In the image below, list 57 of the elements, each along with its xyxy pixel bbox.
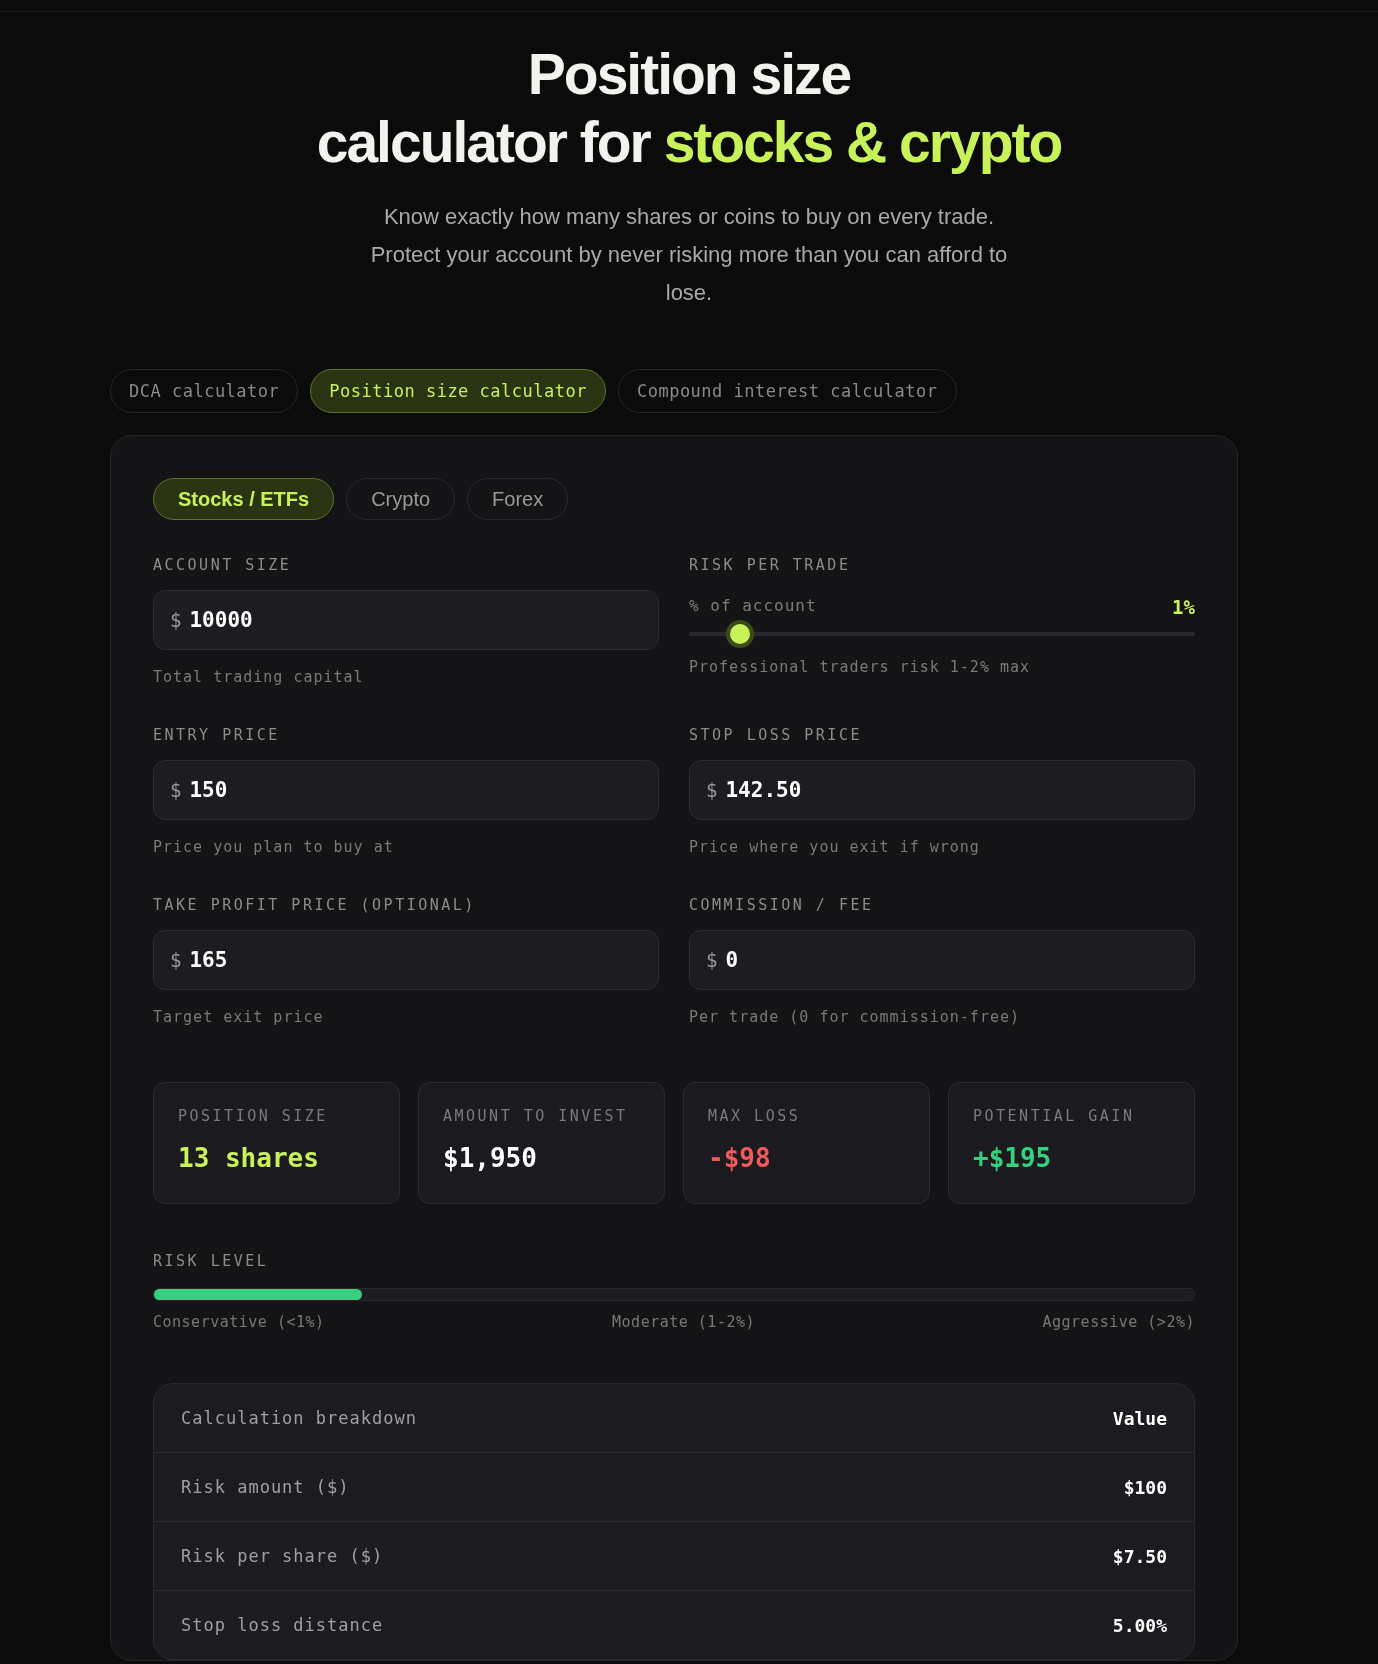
field-label: RISK PER TRADE [689,556,852,574]
input-value: 150 [189,778,228,802]
slider-reading: 1% [1172,596,1195,618]
field-label: TAKE PROFIT PRICE (OPTIONAL) [153,896,477,914]
input-field[interactable]: $ 165 [153,930,659,990]
result-value: -$98 [708,1143,772,1173]
field-label: ACCOUNT SIZE [153,556,293,574]
input-value: 165 [189,948,228,972]
input-field[interactable]: $ 142.50 [689,760,1195,820]
column-header: Value [1112,1407,1167,1429]
currency-prefix: $ [170,609,182,631]
result-value: $1,950 [443,1143,538,1173]
result-label: POTENTIAL GAIN [973,1107,1136,1125]
page-subtitle: Know exactly how many shares or coins to buy on every trade. Protect your account by never risking more than you can afford to lose. [369,203,1009,307]
result-label: MAX LOSS [708,1107,802,1125]
table-cell: $100 [1123,1476,1167,1498]
result-label: AMOUNT TO INVEST [443,1107,629,1125]
page-title-highlight: stocks & crypto [663,110,1062,174]
currency-prefix: $ [170,779,182,801]
field-label: STOP LOSS PRICE [689,726,863,744]
currency-prefix: $ [706,949,718,971]
slider-thumb[interactable] [725,620,754,648]
field-hint: Total trading capital [153,668,365,686]
currency-prefix: $ [170,949,182,971]
slider-caption: % of account [689,596,817,617]
input-field[interactable]: $ 10000 [153,590,659,650]
table-cell: Risk amount ($) [181,1477,350,1497]
table-cell: Risk per share ($) [181,1546,384,1566]
field-hint: Professional traders risk 1-2% max [689,658,1032,676]
field-label: COMMISSION / FEE [689,896,875,914]
input-field[interactable]: $ 0 [689,930,1195,990]
risk-level-label: RISK LEVEL [153,1252,270,1270]
table-cell: 5.00% [1112,1614,1167,1636]
risk-scale-label: Moderate (1-2%) [612,1313,755,1331]
risk-slider[interactable] [689,620,1195,648]
page-title: Position size [526,41,852,108]
currency-prefix: $ [706,779,718,801]
field-hint: Price where you exit if wrong [689,838,981,856]
field-label: ENTRY PRICE [153,726,281,744]
result-label: POSITION SIZE [178,1107,329,1125]
asset-tab[interactable]: Stocks / ETFs [153,478,335,520]
risk-scale-label: Conservative (<1%) [153,1313,325,1331]
result-value: 13 shares [178,1143,320,1173]
field-hint: Per trade (0 for commission-free) [689,1008,1021,1026]
input-value: 10000 [189,608,253,632]
result-value: +$195 [973,1143,1053,1173]
table-cell: $7.50 [1112,1545,1167,1567]
field-hint: Price you plan to buy at [153,838,395,856]
calculator-tab[interactable]: Position size calculator [310,369,606,413]
field-hint: Target exit price [153,1008,325,1026]
table-cell: Stop loss distance [181,1615,384,1635]
input-field[interactable]: $ 150 [153,760,659,820]
risk-scale-label: Aggressive (>2%) [1042,1313,1195,1331]
column-header: Calculation breakdown [181,1408,417,1428]
page-title: calculator for [316,110,650,174]
input-value: 142.50 [725,778,802,802]
input-value: 0 [725,948,739,972]
